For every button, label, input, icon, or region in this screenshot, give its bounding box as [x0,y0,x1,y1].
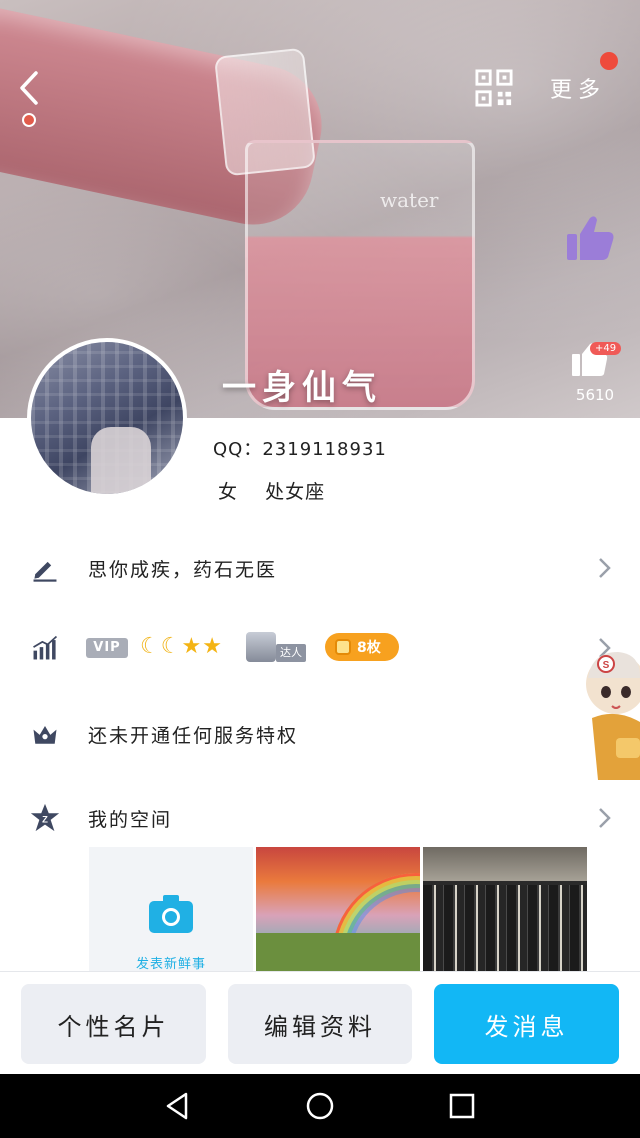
svg-text:Z: Z [42,814,48,825]
likes-new-badge: +49 [590,342,622,355]
star-icon: ★ [202,634,223,659]
profile-card-button[interactable]: 个性名片 [21,984,206,1064]
send-message-button[interactable]: 发消息 [434,984,619,1064]
coin-icon [335,639,351,655]
cover-glass-word: water [380,188,439,212]
more-button[interactable]: 更多 [550,72,606,104]
profile-page: water 更多 +49 5610 一身仙气 QQ：2319118931 女 处… [0,0,640,1138]
system-nav-bar [0,1074,640,1138]
camera-icon [149,895,193,933]
coins-label: 8枚 [357,640,381,656]
qr-code-icon [475,69,513,107]
photo-ground [256,933,420,971]
gender-zodiac: 女 处女座 [218,477,345,504]
edit-profile-button[interactable]: 编辑资料 [228,984,412,1064]
back-button[interactable] [8,66,52,110]
level-chart-icon [28,631,62,665]
like-button[interactable] [563,212,617,266]
star-icon: ★ [181,634,203,659]
photo-books [423,885,587,971]
moon-icon: ☾ [160,634,182,659]
qzone-row[interactable]: Z 我的空间 [0,788,640,848]
svg-text:S: S [603,660,610,671]
bottom-action-bar: 个性名片 编辑资料 发消息 [0,971,640,1074]
avatar[interactable] [27,338,187,498]
moon-icon: ☾ [140,634,161,659]
level-icons: ☾☾★★ [140,634,223,659]
privilege-row[interactable]: 还未开通任何服务特权 [0,704,640,764]
daren-badge: 达人 [246,632,312,662]
nav-home-icon[interactable] [304,1090,336,1122]
daren-label: 达人 [276,644,306,662]
gender: 女 [218,481,239,503]
notification-dot [600,52,618,70]
chevron-right-icon [599,808,611,828]
photo-rainbow[interactable] [256,847,420,971]
qq-number: QQ：2319118931 [213,439,387,460]
qr-code-button[interactable] [472,66,516,110]
post-new-tile[interactable]: 发表新鲜事 [89,847,253,971]
photo-shelf [423,847,587,881]
status-badge [22,113,36,127]
nickname: 一身仙气 [222,368,382,408]
signature-text: 思你成疾，药石无医 [88,558,278,581]
thumb-up-icon [567,216,614,260]
vip-badge: VIP [86,638,128,658]
coins-badge[interactable]: 8枚 [325,633,399,661]
likes-count: 5610 [575,386,615,404]
avatar-figure [91,427,151,494]
qzone-gallery: 发表新鲜事 [89,847,589,971]
back-icon [20,71,38,105]
chevron-right-icon [599,558,611,578]
nav-recent-icon[interactable] [446,1090,478,1122]
signature-row[interactable]: 思你成疾，药石无医 [0,538,640,598]
photo-bookshelf[interactable] [423,847,587,971]
mascot-icon: S [586,652,640,780]
post-new-label: 发表新鲜事 [135,957,206,971]
zodiac: 处女座 [265,481,326,503]
daren-icon [246,632,276,662]
qzone-text: 我的空间 [88,808,173,831]
pencil-icon [28,551,62,585]
privilege-text: 还未开通任何服务特权 [88,724,299,747]
qzone-star-icon: Z [28,801,62,835]
nav-back-icon[interactable] [162,1090,194,1122]
crown-icon [28,717,62,751]
mascot-sticker[interactable]: S [582,648,640,780]
